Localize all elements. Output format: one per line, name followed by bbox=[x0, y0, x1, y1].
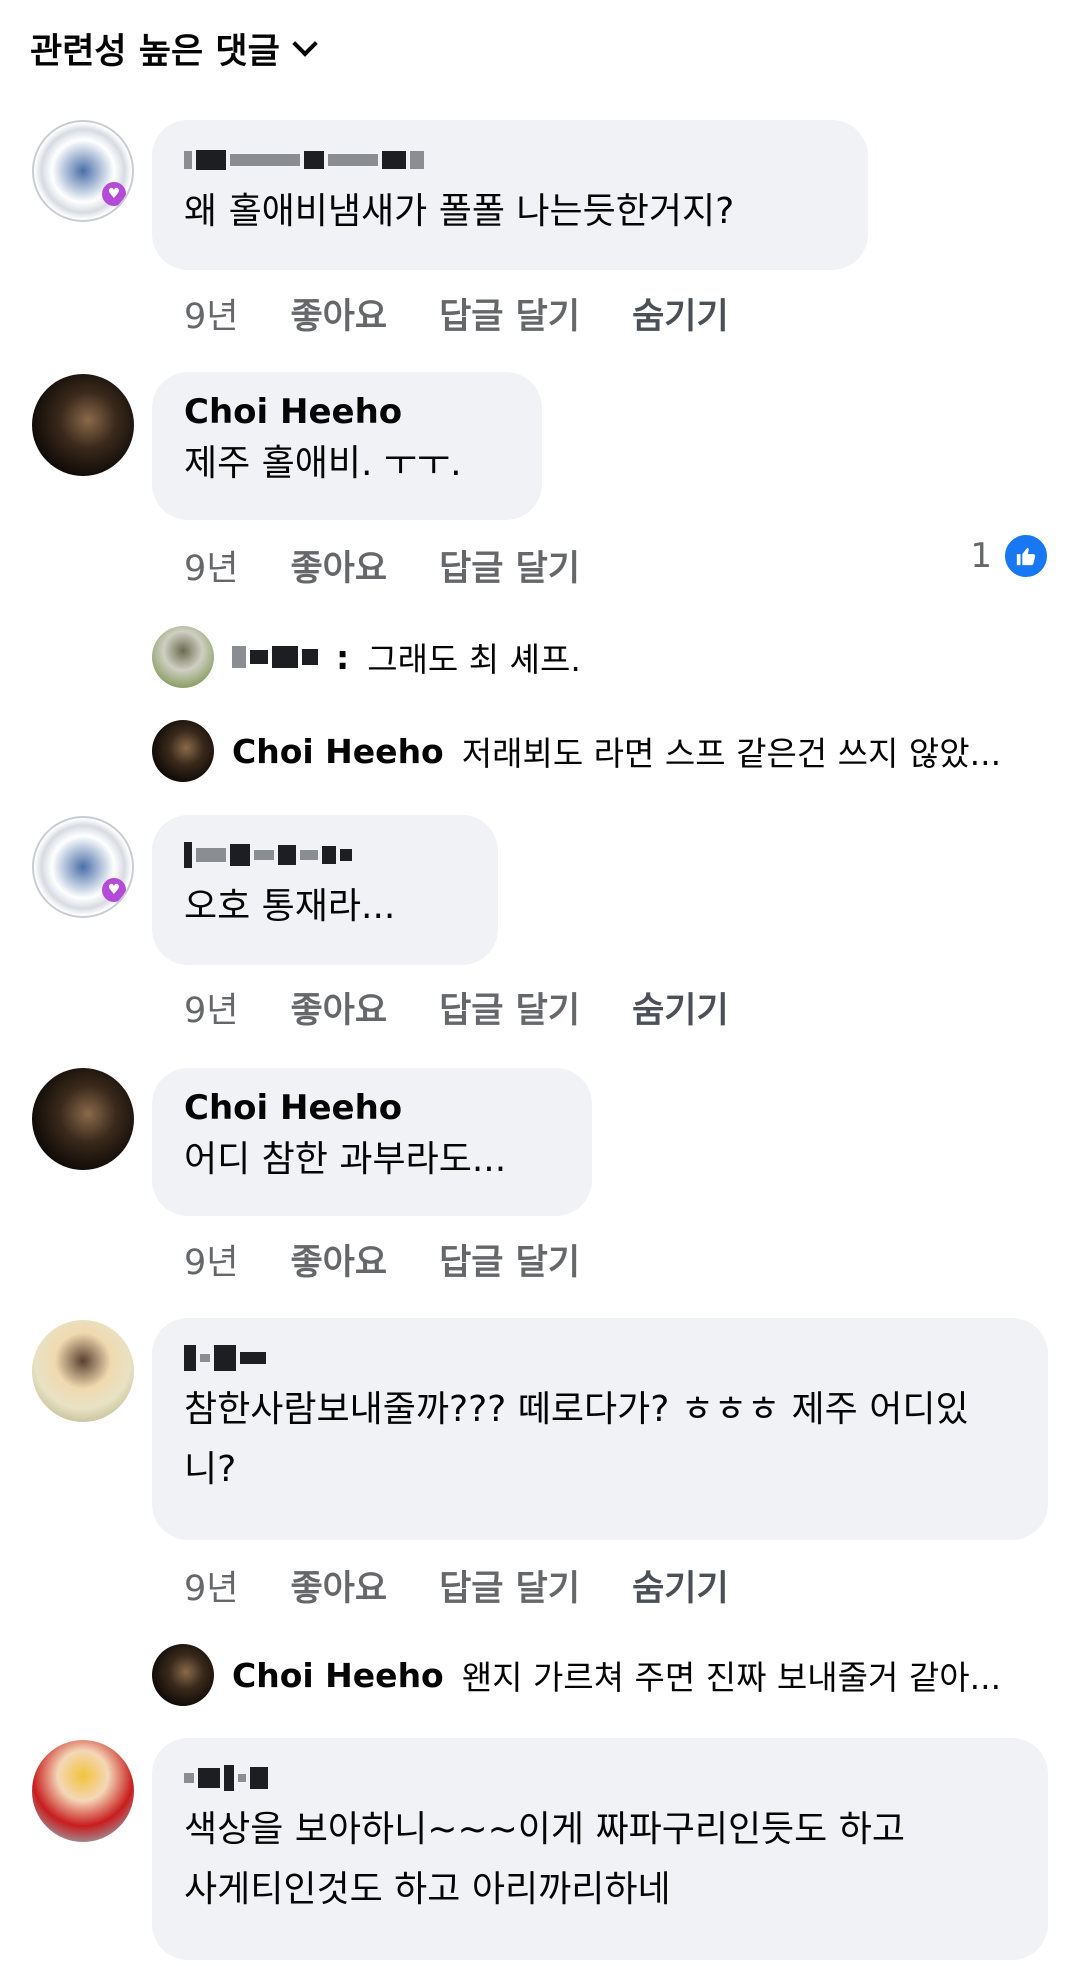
author-name[interactable]: Choi Heeho bbox=[184, 390, 510, 434]
comment-actions: 9년 좋아요 답글 달기 bbox=[184, 1234, 580, 1285]
comment-text: 참한사람보내줄까??? 떼로다가? ㅎㅎㅎ 제주 어디있니? bbox=[184, 1389, 969, 1490]
reply-button[interactable]: 답글 달기 bbox=[439, 288, 580, 339]
author-name-redacted[interactable] bbox=[184, 138, 836, 182]
author-name-redacted[interactable] bbox=[184, 1756, 1016, 1800]
author-name[interactable]: Choi Heeho bbox=[184, 1086, 560, 1130]
comment-bubble: 참한사람보내줄까??? 떼로다가? ㅎㅎㅎ 제주 어디있니? bbox=[152, 1318, 1048, 1540]
avatar bbox=[152, 720, 214, 782]
reply-button[interactable]: 답글 달기 bbox=[439, 1560, 580, 1611]
comment-actions: 9년 좋아요 답글 달기 bbox=[184, 540, 580, 591]
comment-age: 9년 bbox=[184, 549, 239, 589]
comment-age: 9년 bbox=[184, 297, 239, 337]
thumbs-up-icon bbox=[1002, 532, 1050, 580]
heart-icon: ♥ bbox=[102, 182, 126, 206]
avatar[interactable] bbox=[32, 374, 134, 476]
reply-button[interactable]: 답글 달기 bbox=[439, 540, 580, 591]
comment-bubble: Choi Heeho 제주 홀애비. ㅜㅜ. bbox=[152, 372, 542, 520]
reply-preview[interactable]: Choi Heeho 저래뵈도 라면 스프 같은건 쓰지 않았... bbox=[152, 720, 1032, 782]
comment-text: 제주 홀애비. ㅜㅜ. bbox=[184, 443, 462, 484]
hide-button[interactable]: 숨기기 bbox=[632, 982, 729, 1033]
reply-author: : bbox=[336, 637, 350, 677]
reply-button[interactable]: 답글 달기 bbox=[439, 982, 580, 1033]
reply-button[interactable]: 답글 달기 bbox=[439, 1234, 580, 1285]
hide-button[interactable]: 숨기기 bbox=[632, 1560, 729, 1611]
chevron-down-icon bbox=[292, 31, 318, 57]
like-button[interactable]: 좋아요 bbox=[290, 1560, 387, 1611]
reaction-count-value: 1 bbox=[970, 536, 992, 576]
like-button[interactable]: 좋아요 bbox=[290, 288, 387, 339]
author-name-redacted[interactable] bbox=[184, 1336, 1016, 1380]
comment-age: 9년 bbox=[184, 991, 239, 1031]
comment-age: 9년 bbox=[184, 1569, 239, 1609]
comment-actions: 9년 좋아요 답글 달기 숨기기 bbox=[184, 982, 729, 1033]
comment-text: 어디 참한 과부라도... bbox=[184, 1139, 507, 1180]
comment-text: 색상을 보아하니~~~이게 짜파구리인듯도 하고 사게티인것도 하고 아리까리하… bbox=[184, 1809, 905, 1910]
like-button[interactable]: 좋아요 bbox=[290, 982, 387, 1033]
comment-text: 오호 통재라... bbox=[184, 886, 396, 927]
comment-bubble: 오호 통재라... bbox=[152, 815, 498, 965]
author-name-redacted[interactable] bbox=[184, 833, 466, 877]
comment-age: 9년 bbox=[184, 1243, 239, 1283]
comment-actions: 9년 좋아요 답글 달기 숨기기 bbox=[184, 1560, 729, 1611]
reaction-count[interactable]: 1 bbox=[970, 532, 1050, 580]
comment-text: 왜 홀애비냄새가 폴폴 나는듯한거지? bbox=[184, 191, 735, 232]
avatar[interactable] bbox=[32, 1068, 134, 1170]
avatar bbox=[152, 626, 214, 688]
reply-snippet: 그래도 최 셰프. bbox=[367, 640, 581, 679]
reply-author: Choi Heeho bbox=[232, 1655, 444, 1695]
heart-icon: ♥ bbox=[102, 878, 126, 902]
reply-snippet: 저래뵈도 라면 스프 같은건 쓰지 않았... bbox=[461, 734, 1002, 773]
like-button[interactable]: 좋아요 bbox=[290, 1234, 387, 1285]
reply-author: Choi Heeho bbox=[232, 731, 444, 771]
hide-button[interactable]: 숨기기 bbox=[632, 288, 729, 339]
reply-author-redacted bbox=[232, 646, 318, 668]
sort-label: 관련성 높은 댓글 bbox=[30, 31, 280, 72]
avatar[interactable]: ♥ bbox=[32, 816, 134, 918]
reply-preview[interactable]: Choi Heeho 왠지 가르쳐 주면 진짜 보내줄거 같아... bbox=[152, 1644, 1032, 1706]
comment-actions: 9년 좋아요 답글 달기 숨기기 bbox=[184, 288, 729, 339]
avatar[interactable] bbox=[32, 1320, 134, 1422]
comment-bubble: 왜 홀애비냄새가 폴폴 나는듯한거지? bbox=[152, 120, 868, 270]
like-button[interactable]: 좋아요 bbox=[290, 540, 387, 591]
reply-preview[interactable]: : 그래도 최 셰프. bbox=[152, 626, 1032, 688]
reply-snippet: 왠지 가르쳐 주면 진짜 보내줄거 같아... bbox=[461, 1658, 1002, 1697]
comment-bubble: Choi Heeho 어디 참한 과부라도... bbox=[152, 1068, 592, 1216]
avatar[interactable] bbox=[32, 1740, 134, 1842]
comment-bubble: 색상을 보아하니~~~이게 짜파구리인듯도 하고 사게티인것도 하고 아리까리하… bbox=[152, 1738, 1048, 1960]
avatar[interactable]: ♥ bbox=[32, 120, 134, 222]
comment-sort-dropdown[interactable]: 관련성 높은 댓글 bbox=[30, 18, 318, 78]
avatar bbox=[152, 1644, 214, 1706]
